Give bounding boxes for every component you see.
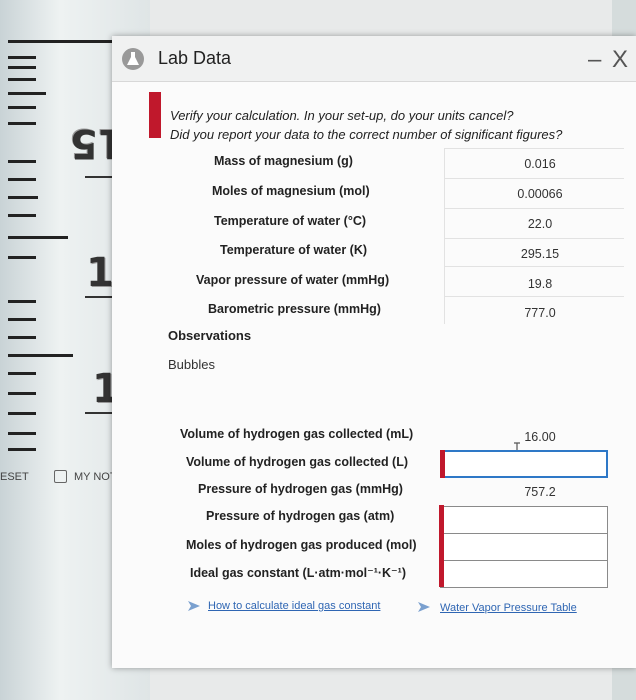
cylinder-tick: [8, 236, 68, 239]
row-divider: [444, 208, 624, 209]
cylinder-tick: [8, 78, 36, 81]
column-divider: [444, 148, 445, 324]
lab-data-window: Lab Data – X Verify your calculation. In…: [112, 36, 636, 668]
data-row-label: Mass of magnesium (g): [214, 154, 353, 168]
data-row-label: Barometric pressure (mmHg): [208, 302, 381, 316]
window-title: Lab Data: [158, 48, 232, 68]
cylinder-tick: [8, 106, 36, 109]
result-row-label: Volume of hydrogen gas collected (L): [186, 455, 409, 469]
row-divider: [444, 238, 624, 239]
data-row-value: 0.016: [524, 157, 556, 171]
instructions-line: Verify your calculation. In your set-up,…: [170, 108, 514, 123]
cylinder-tick: [8, 300, 36, 303]
cylinder-tick: [8, 160, 36, 163]
observations-label: Observations: [168, 328, 252, 343]
link-arrow-icon: [188, 601, 200, 611]
reset-button[interactable]: ESET: [0, 471, 29, 483]
result-row-label: Volume of hydrogen gas collected (mL): [180, 427, 414, 441]
gas-constant-input[interactable]: [439, 559, 608, 588]
result-row-label: Ideal gas constant (L·atm·mol⁻¹·K⁻¹): [190, 566, 406, 580]
instructions-line: Did you report your data to the correct …: [170, 127, 563, 142]
pressure-atm-input[interactable]: [439, 505, 608, 534]
row-divider: [444, 178, 624, 179]
cylinder-tick: [8, 92, 46, 95]
cylinder-tick: [8, 448, 36, 451]
cylinder-tick: [8, 392, 36, 395]
cylinder-tick: [8, 40, 128, 43]
link-arrow-icon: [418, 602, 430, 612]
cylinder-tick: [8, 178, 36, 181]
row-divider: [444, 148, 624, 149]
cylinder-tick: [8, 432, 36, 435]
cylinder-tick: [8, 66, 36, 69]
cylinder-tick: [8, 412, 36, 415]
data-row-value: 22.0: [527, 217, 553, 231]
water-vapor-table-link[interactable]: Water Vapor Pressure Table: [440, 602, 577, 614]
cylinder-tick: [8, 336, 36, 339]
cylinder-tick: [8, 256, 36, 259]
cylinder-tick: [8, 354, 73, 357]
cylinder-tick: [8, 318, 36, 321]
result-row-label: Pressure of hydrogen gas (atm): [206, 509, 395, 523]
cylinder-tick: [8, 196, 38, 199]
row-divider: [444, 266, 624, 267]
volume-liters-input[interactable]: [440, 450, 608, 478]
cylinder-tick: [8, 122, 36, 125]
ideal-gas-constant-link[interactable]: How to calculate ideal gas constant: [208, 600, 380, 612]
result-value: 757.2: [524, 485, 556, 499]
required-marker: [149, 92, 161, 138]
data-row-label: Moles of magnesium (mol): [212, 184, 370, 198]
notes-icon[interactable]: [54, 470, 67, 483]
cylinder-tick: [8, 372, 36, 375]
data-row-label: Temperature of water (°C): [214, 214, 367, 228]
cylinder-tick: [8, 56, 36, 59]
moles-hydrogen-input[interactable]: [439, 532, 608, 561]
observations-text: Bubbles: [168, 357, 215, 372]
data-row-value: 295.15: [520, 247, 560, 261]
result-row-label: Moles of hydrogen gas produced (mol): [186, 538, 417, 552]
data-row-value: 19.8: [527, 277, 553, 291]
row-divider: [444, 296, 624, 297]
data-row-label: Vapor pressure of water (mmHg): [196, 273, 390, 287]
instructions: Verify your calculation. In your set-up,…: [170, 106, 562, 144]
window-controls[interactable]: – X: [588, 46, 630, 74]
flask-icon: [122, 48, 144, 70]
data-row-value: 777.0: [524, 306, 556, 320]
data-row-label: Temperature of water (K): [220, 243, 368, 257]
cylinder-tick: [8, 214, 36, 217]
window-header: Lab Data – X: [112, 36, 636, 82]
data-row-value: 0.00066: [517, 187, 563, 201]
result-row-label: Pressure of hydrogen gas (mmHg): [198, 482, 403, 496]
